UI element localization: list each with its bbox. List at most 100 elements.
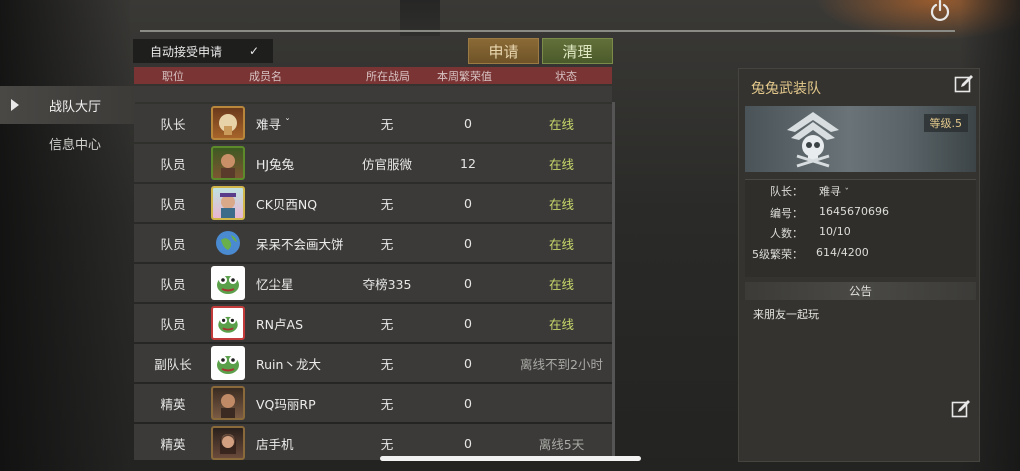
- table-scrollbar[interactable]: [612, 102, 615, 457]
- top-divider: [140, 30, 955, 32]
- id-value: 1645670696: [819, 205, 889, 218]
- avatar-cell: [210, 224, 246, 262]
- clear-button[interactable]: 清理: [542, 38, 613, 64]
- avatar-cell: [210, 104, 246, 142]
- members-label: 人数：: [770, 227, 803, 240]
- edit-icon[interactable]: [951, 399, 971, 419]
- team-banner: 等级.5: [745, 106, 976, 172]
- member-zone: 夺榜335: [362, 276, 412, 292]
- table-row[interactable]: 队员 CK贝西NQ 无 0 在线: [134, 184, 612, 222]
- home-indicator[interactable]: [380, 456, 641, 461]
- member-prosperity: 0: [464, 395, 472, 411]
- header-status: 状态: [555, 70, 577, 83]
- green-frame-avatar[interactable]: [211, 146, 245, 180]
- member-prosperity: 0: [464, 315, 472, 331]
- member-role: 队员: [160, 196, 186, 212]
- checkmark-icon[interactable]: ✓: [249, 44, 263, 58]
- member-status: 在线: [548, 196, 574, 212]
- prosperity-label: 5级繁荣：: [752, 248, 803, 261]
- table-row[interactable]: 队员 RN卢AS 无 0 在线: [134, 304, 612, 342]
- nav-item-label: 战队大厅: [49, 99, 102, 115]
- table-row[interactable]: 队员 忆尘星 夺榜335 0 在线: [134, 264, 612, 302]
- auto-accept-label: 自动接受申请: [150, 44, 223, 59]
- member-status: 在线: [548, 236, 574, 252]
- notice-title: 公告: [745, 282, 976, 300]
- table-row[interactable]: 队长 难寻 ˇ 无 0 在线: [134, 104, 612, 142]
- chevron-down-icon: ˇ: [844, 188, 850, 198]
- nav-item-label: 信息中心: [49, 137, 102, 153]
- globe-avatar[interactable]: [211, 226, 245, 260]
- pepe-avatar[interactable]: [211, 346, 245, 380]
- apply-button[interactable]: 申请: [468, 38, 539, 64]
- triangle-right-icon: [11, 99, 19, 111]
- man-avatar[interactable]: [211, 386, 245, 420]
- team-info-panel: 兔兔武装队 等级.5 队长： 难寻 ˇ 编号： 1645670696 人数： 1…: [738, 68, 980, 462]
- member-status: 在线: [548, 276, 574, 292]
- pink-frame-avatar[interactable]: [211, 186, 245, 220]
- member-status: 在线: [548, 156, 574, 172]
- power-icon[interactable]: [928, 0, 952, 22]
- member-zone: 仿官服微: [361, 156, 412, 172]
- member-name: 难寻: [256, 116, 282, 132]
- member-prosperity: 0: [464, 275, 472, 291]
- table-spacer: [134, 86, 612, 102]
- id-label: 编号：: [770, 207, 803, 220]
- notice-text: 来朋友一起玩: [753, 308, 819, 321]
- member-role: 队员: [160, 156, 186, 172]
- table-row[interactable]: 副队长 Ruin丶龙大 无 0 离线不到2小时: [134, 344, 612, 382]
- auto-accept-toggle[interactable]: 自动接受申请 ✓: [133, 39, 273, 63]
- member-prosperity: 12: [460, 155, 476, 171]
- member-role: 副队长: [154, 356, 192, 372]
- gold-frame-avatar[interactable]: [211, 106, 245, 140]
- team-name: 兔兔武装队: [751, 81, 821, 97]
- member-zone: 无: [380, 356, 394, 372]
- member-zone: 无: [380, 196, 394, 212]
- edit-icon[interactable]: [954, 74, 974, 94]
- avatar-cell: [210, 144, 246, 182]
- table-row[interactable]: 精英 VQ玛丽RP 无 0: [134, 384, 612, 422]
- captain-value-row: 难寻 ˇ: [819, 183, 849, 199]
- member-zone: 无: [380, 316, 394, 332]
- side-nav: 战队大厅 信息中心: [0, 86, 135, 162]
- background-left-shade: [0, 0, 130, 471]
- header-prosperity: 本周繁荣值: [437, 70, 492, 83]
- avatar-cell: [210, 384, 246, 422]
- member-zone: 无: [380, 116, 394, 132]
- member-role: 队员: [160, 236, 186, 252]
- skull-emblem-icon: [787, 112, 839, 168]
- prosperity-value: 614/4200: [816, 246, 869, 259]
- member-role: 队员: [160, 276, 186, 292]
- table-header: 职位 成员名 所在战局 本周繁荣值 状态: [134, 67, 612, 84]
- avatar-cell: [210, 264, 246, 302]
- nav-item-team-hall[interactable]: 战队大厅: [0, 86, 135, 124]
- members-value: 10/10: [819, 225, 851, 238]
- member-status: 在线: [548, 116, 574, 132]
- table-row[interactable]: 队员 呆呆不会画大饼 无 0 在线: [134, 224, 612, 262]
- table-row[interactable]: 精英 店手机 无 0 离线5天: [134, 424, 612, 460]
- avatar-cell: [210, 424, 246, 462]
- table-row[interactable]: 队员 HJ兔兔 仿官服微 12 在线: [134, 144, 612, 182]
- member-prosperity: 0: [464, 355, 472, 371]
- member-zone: 无: [380, 396, 394, 412]
- member-prosperity: 0: [464, 115, 472, 131]
- header-role: 职位: [162, 70, 184, 83]
- pepe-red-frame-avatar[interactable]: [211, 306, 245, 340]
- member-prosperity: 0: [464, 195, 472, 211]
- member-prosperity: 0: [464, 235, 472, 251]
- member-role: 队员: [160, 316, 186, 332]
- member-role: 精英: [160, 396, 186, 412]
- avatar-cell: [210, 344, 246, 382]
- member-status: 离线不到2小时: [520, 356, 603, 372]
- chevron-down-icon: ˇ: [285, 117, 291, 129]
- member-status: [504, 384, 619, 422]
- member-zone: 无: [380, 236, 394, 252]
- pepe-avatar[interactable]: [211, 266, 245, 300]
- captain-label: 队长：: [770, 185, 803, 198]
- team-level-badge: 等级.5: [923, 114, 968, 132]
- header-zone: 所在战局: [366, 70, 410, 83]
- header-name: 成员名: [249, 70, 282, 83]
- woman-avatar[interactable]: [211, 426, 245, 460]
- captain-value: 难寻: [819, 185, 841, 198]
- team-info-box: 队长： 难寻 ˇ 编号： 1645670696 人数： 10/10 5级繁荣： …: [745, 179, 976, 277]
- nav-item-info-center[interactable]: 信息中心: [0, 124, 135, 162]
